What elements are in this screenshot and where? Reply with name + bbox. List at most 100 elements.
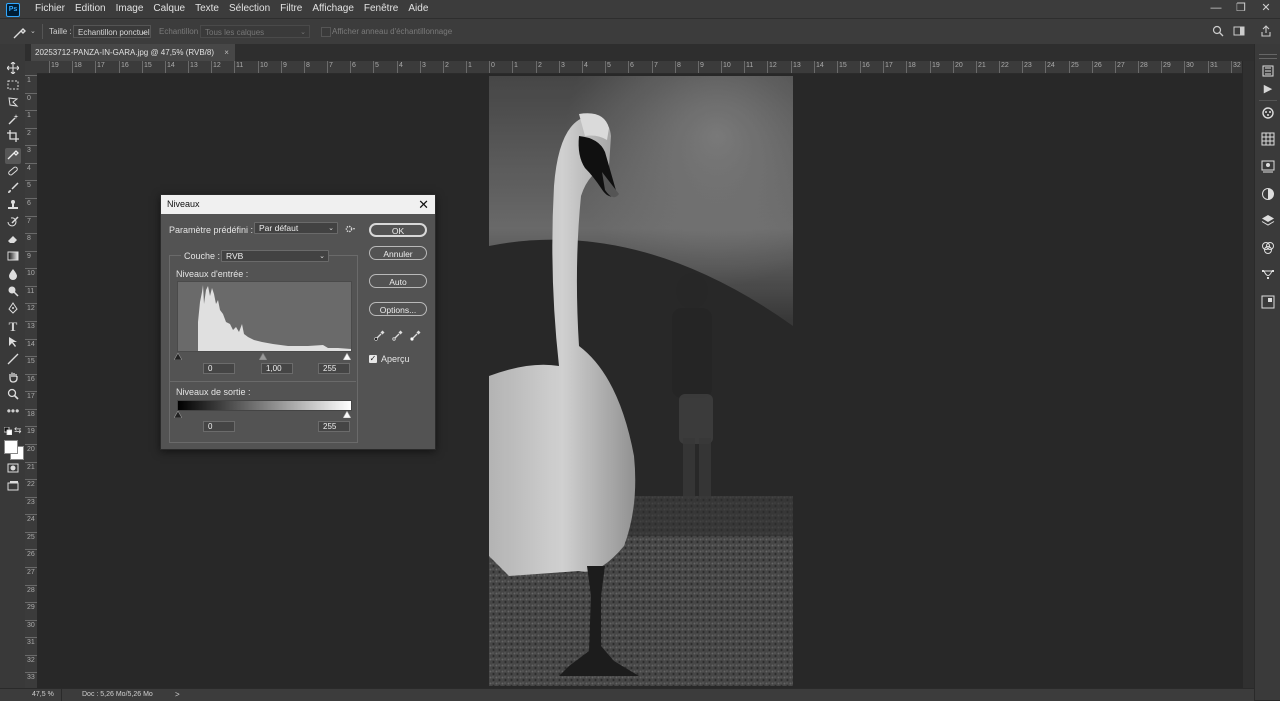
libraries-panel-icon[interactable] — [1261, 160, 1275, 174]
panel-grip[interactable] — [1259, 54, 1277, 59]
tool-preset-chevron-icon[interactable]: ⌄ — [30, 27, 36, 35]
zoom-level[interactable]: 47,5 % — [32, 691, 54, 698]
ruler-tick-label: 2 — [27, 130, 31, 137]
minimize-button[interactable]: — — [1203, 0, 1229, 18]
close-dialog-icon[interactable]: ✕ — [418, 197, 429, 213]
eyedropper-icon[interactable] — [12, 24, 28, 40]
output-black-field[interactable] — [203, 421, 235, 432]
status-menu-arrow[interactable]: > — [175, 690, 180, 699]
healing-brush-tool-icon[interactable] — [5, 165, 21, 181]
menu-fichier[interactable]: Fichier — [30, 0, 70, 18]
blur-tool-icon[interactable] — [5, 268, 21, 284]
adjustments-panel-icon[interactable] — [1261, 187, 1275, 201]
path-selection-tool-icon[interactable] — [5, 336, 21, 352]
ok-button[interactable]: OK — [369, 223, 427, 237]
menu-selection[interactable]: Sélection — [224, 0, 275, 18]
menu-fenetre[interactable]: Fenêtre — [359, 0, 403, 18]
eraser-tool-icon[interactable] — [5, 233, 21, 249]
play-actions-icon[interactable]: ▶ — [1261, 82, 1275, 96]
menu-calque[interactable]: Calque — [148, 0, 190, 18]
color-panel-icon[interactable] — [1261, 106, 1275, 120]
size-select[interactable]: Echantillon ponctuel ⌄ — [73, 25, 151, 38]
output-white-field[interactable] — [318, 421, 350, 432]
paths-panel-icon[interactable] — [1261, 268, 1275, 282]
input-white-slider-handle[interactable] — [342, 351, 352, 363]
move-tool-icon[interactable] — [5, 61, 21, 78]
ruler-tick — [25, 655, 37, 656]
sample-select[interactable]: Tous les calques ⌄ — [200, 25, 310, 38]
menu-texte[interactable]: Texte — [190, 0, 224, 18]
brush-tool-icon[interactable] — [5, 182, 21, 198]
foreground-color-swatch[interactable] — [4, 440, 18, 454]
ruler-tick-label: 29 — [1163, 62, 1171, 69]
ruler-tick — [397, 61, 398, 73]
eyedropper-tool-icon[interactable] — [5, 148, 21, 164]
black-point-eyedropper-icon[interactable] — [374, 329, 386, 341]
menu-aide[interactable]: Aide — [403, 0, 433, 18]
close-window-button[interactable]: ✕ — [1253, 0, 1279, 18]
ruler-tick-label: 30 — [27, 622, 35, 629]
screen-mode-icon[interactable] — [5, 480, 21, 496]
cancel-button[interactable]: Annuler — [369, 246, 427, 260]
search-icon[interactable] — [1212, 25, 1224, 37]
input-black-field[interactable] — [203, 363, 235, 374]
pen-tool-icon[interactable] — [5, 302, 21, 318]
menu-image[interactable]: Image — [111, 0, 149, 18]
swap-colors-icon[interactable]: ⇆ — [14, 425, 22, 436]
vertical-scrollbar[interactable] — [1243, 61, 1254, 688]
restore-button[interactable]: ❐ — [1228, 0, 1254, 18]
auto-button[interactable]: Auto — [369, 274, 427, 288]
input-gamma-field[interactable] — [261, 363, 293, 374]
options-button[interactable]: Options... — [369, 302, 427, 316]
output-white-slider-handle[interactable] — [342, 409, 352, 421]
channels-panel-icon[interactable] — [1261, 241, 1275, 255]
ruler-tick-label: 22 — [27, 481, 35, 488]
white-point-eyedropper-icon[interactable] — [410, 329, 422, 341]
input-white-field[interactable] — [318, 363, 350, 374]
dodge-tool-icon[interactable] — [5, 285, 21, 301]
share-icon[interactable] — [1260, 25, 1272, 37]
horizontal-ruler[interactable]: 19 18 17 16 15 14 13 12 11 10 9 8 7 6 5 4 3 2 1 0 1 2 3 4 5 6 7 8 9 1… — [37, 61, 1242, 74]
crop-tool-icon[interactable] — [5, 130, 21, 146]
ruler-tick — [605, 61, 606, 73]
dialog-title-bar[interactable]: Niveaux ✕ — [161, 195, 435, 214]
zoom-tool-icon[interactable] — [5, 388, 21, 404]
preview-checkbox[interactable]: ✓ — [369, 355, 377, 363]
gradient-tool-icon[interactable] — [5, 250, 21, 266]
input-gamma-slider-handle[interactable] — [258, 351, 268, 363]
document-tab[interactable]: 20253712-PANZA-IN-GARA.jpg @ 47,5% (RVB/… — [31, 44, 235, 61]
gray-point-eyedropper-icon[interactable] — [392, 329, 404, 341]
more-tools-icon[interactable]: ••• — [5, 405, 21, 422]
ruler-tick — [791, 61, 792, 73]
menu-edition[interactable]: Edition — [70, 0, 111, 18]
output-black-slider-handle[interactable] — [173, 409, 183, 421]
lasso-tool-icon[interactable] — [5, 96, 21, 112]
layers-panel-icon[interactable] — [1261, 214, 1275, 228]
swatches-panel-icon[interactable] — [1261, 132, 1275, 146]
magic-wand-tool-icon[interactable] — [5, 113, 21, 129]
preset-options-gear-icon[interactable] — [345, 224, 355, 234]
marquee-tool-icon[interactable] — [5, 79, 21, 95]
hand-tool-icon[interactable] — [5, 371, 21, 387]
line-tool-icon[interactable] — [5, 353, 21, 369]
input-black-slider-handle[interactable] — [173, 351, 183, 363]
ruler-tick — [25, 75, 37, 76]
preset-select[interactable]: Par défaut ⌄ — [254, 222, 338, 234]
channel-select[interactable]: RVB ⌄ — [221, 250, 329, 262]
workspace-icon[interactable] — [1233, 25, 1245, 37]
menu-filtre[interactable]: Filtre — [275, 0, 307, 18]
document-image[interactable] — [489, 76, 793, 686]
type-tool-icon[interactable]: T — [5, 319, 21, 335]
clone-stamp-tool-icon[interactable] — [5, 199, 21, 215]
close-tab-icon[interactable]: × — [224, 48, 229, 57]
ruler-corner[interactable] — [25, 61, 37, 73]
quick-mask-icon[interactable] — [5, 462, 21, 478]
show-ring-checkbox[interactable] — [321, 27, 331, 37]
menu-affichage[interactable]: Affichage — [307, 0, 359, 18]
properties-panel-icon[interactable] — [1261, 295, 1275, 309]
default-colors-icon[interactable] — [3, 426, 13, 436]
history-brush-tool-icon[interactable] — [5, 216, 21, 232]
history-panel-icon[interactable] — [1261, 64, 1275, 78]
ruler-tick — [999, 61, 1000, 73]
ruler-tick-label: 17 — [97, 62, 105, 69]
